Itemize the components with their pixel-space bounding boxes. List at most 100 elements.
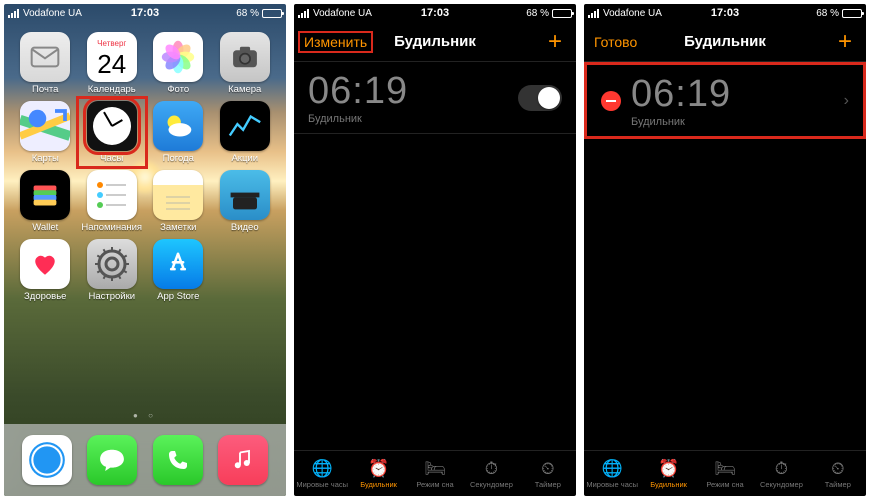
add-alarm-button[interactable]: + — [838, 30, 852, 54]
edit-button[interactable]: Изменить — [298, 31, 373, 53]
alarm-time: 06:19 — [308, 70, 518, 113]
tab-Таймер[interactable]: ⏲Таймер — [810, 451, 866, 496]
app-cam[interactable]: Камера — [214, 32, 277, 95]
app-weather[interactable]: Погода — [147, 101, 210, 164]
app-video[interactable]: Видео — [214, 170, 277, 233]
stocks-icon — [220, 101, 270, 151]
app-label: Wallet — [32, 222, 58, 233]
app-cal[interactable]: Четверг24Календарь — [81, 32, 144, 95]
status-bar: Vodafone UA 17:03 68 % — [294, 4, 576, 22]
app-label: Здоровье — [24, 291, 66, 302]
app-stocks[interactable]: Акции — [214, 101, 277, 164]
alarm-row[interactable]: 06:19 Будильник — [294, 62, 576, 134]
dock-app-msg[interactable] — [87, 435, 137, 485]
chevron-right-icon: › — [844, 92, 849, 110]
rem-icon — [87, 170, 137, 220]
dock-app-phone[interactable] — [153, 435, 203, 485]
tab-Режим сна[interactable]: 🛏Режим сна — [697, 451, 753, 496]
carrier-label: Vodafone UA — [23, 8, 82, 19]
nav-title: Будильник — [394, 33, 476, 50]
status-time: 17:03 — [131, 7, 159, 19]
dock-app-music[interactable] — [218, 435, 268, 485]
app-label: Камера — [228, 84, 261, 95]
app-clock[interactable]: Часы — [76, 96, 149, 169]
app-label: Почта — [32, 84, 58, 95]
app-store[interactable]: App Store — [147, 239, 210, 302]
app-photo[interactable]: Фото — [147, 32, 210, 95]
status-bar: Vodafone UA 17:03 68 % — [584, 4, 866, 22]
app-label: Напоминания — [81, 222, 142, 233]
tab-label: Таймер — [535, 480, 561, 489]
tab-Секундомер[interactable]: ⏱Секундомер — [753, 451, 809, 496]
phone-alarm-edit: Vodafone UA 17:03 68 % Готово Будильник … — [584, 4, 866, 496]
tab-Таймер[interactable]: ⏲Таймер — [520, 451, 576, 496]
app-rem[interactable]: Напоминания — [81, 170, 144, 233]
signal-icon — [588, 9, 599, 18]
tab-icon: 🛏 — [714, 459, 736, 479]
notes-icon — [153, 170, 203, 220]
tab-icon: ⏱ — [775, 459, 788, 479]
tab-label: Секундомер — [760, 480, 803, 489]
app-maps[interactable]: Карты — [14, 101, 77, 164]
tab-icon: ⏰ — [368, 459, 389, 479]
store-icon — [153, 239, 203, 289]
set-icon — [87, 239, 137, 289]
alarm-label: Будильник — [308, 113, 518, 125]
tab-icon: ⏲ — [541, 459, 554, 479]
app-notes[interactable]: Заметки — [147, 170, 210, 233]
tab-label: Мировые часы — [296, 480, 348, 489]
tab-icon: 🌐 — [312, 459, 333, 479]
signal-icon — [8, 9, 19, 18]
msg-icon — [87, 435, 137, 485]
maps-icon — [20, 101, 70, 151]
wallet-icon — [20, 170, 70, 220]
status-bar: Vodafone UA 17:03 68 % — [4, 4, 286, 22]
add-alarm-button[interactable]: + — [548, 30, 562, 54]
delete-alarm-icon[interactable] — [601, 91, 621, 111]
battery-icon — [262, 9, 282, 18]
app-set[interactable]: Настройки — [81, 239, 144, 302]
tab-icon: 🛏 — [424, 459, 446, 479]
tab-label: Будильник — [360, 480, 397, 489]
app-wallet[interactable]: Wallet — [14, 170, 77, 233]
tab-label: Секундомер — [470, 480, 513, 489]
clock-app: Vodafone UA 17:03 68 % Изменить Будильни… — [294, 4, 576, 496]
tab-Режим сна[interactable]: 🛏Режим сна — [407, 451, 463, 496]
app-label: Календарь — [88, 84, 136, 95]
tab-label: Таймер — [825, 480, 851, 489]
tab-icon: ⏱ — [485, 459, 498, 479]
tab-bar: 🌐Мировые часы⏰Будильник🛏Режим сна⏱Секунд… — [584, 450, 866, 496]
carrier-label: Vodafone UA — [313, 8, 372, 19]
tab-Мировые часы[interactable]: 🌐Мировые часы — [294, 451, 350, 496]
tab-label: Режим сна — [706, 480, 743, 489]
nav-title: Будильник — [684, 33, 766, 50]
done-button[interactable]: Готово — [594, 34, 637, 50]
nav-bar: Готово Будильник + — [584, 22, 866, 62]
tab-Мировые часы[interactable]: 🌐Мировые часы — [584, 451, 640, 496]
photo-icon — [153, 32, 203, 82]
status-time: 17:03 — [421, 7, 449, 19]
tab-icon: 🌐 — [602, 459, 623, 479]
status-time: 17:03 — [711, 7, 739, 19]
tab-Будильник[interactable]: ⏰Будильник — [640, 451, 696, 496]
app-label: Карты — [32, 153, 59, 164]
page-dots[interactable]: ● ○ — [4, 411, 286, 420]
home-screen: Vodafone UA 17:03 68 % Почта Четверг24Кал… — [4, 4, 286, 496]
carrier-label: Vodafone UA — [603, 8, 662, 19]
cam-icon — [220, 32, 270, 82]
app-health[interactable]: Здоровье — [14, 239, 77, 302]
alarm-row[interactable]: 06:19 Будильник › — [584, 62, 866, 139]
tab-Секундомер[interactable]: ⏱Секундомер — [463, 451, 519, 496]
app-mail[interactable]: Почта — [14, 32, 77, 95]
app-label: Погода — [163, 153, 194, 164]
tab-label: Мировые часы — [586, 480, 638, 489]
app-label: Настройки — [88, 291, 135, 302]
app-label: Заметки — [160, 222, 196, 233]
safari-icon — [22, 435, 72, 485]
phone-alarm-list: Vodafone UA 17:03 68 % Изменить Будильни… — [294, 4, 576, 496]
app-label: Часы — [100, 153, 123, 164]
tab-Будильник[interactable]: ⏰Будильник — [350, 451, 406, 496]
alarm-toggle[interactable] — [518, 85, 562, 111]
dock-app-safari[interactable] — [22, 435, 72, 485]
app-label: App Store — [157, 291, 199, 302]
